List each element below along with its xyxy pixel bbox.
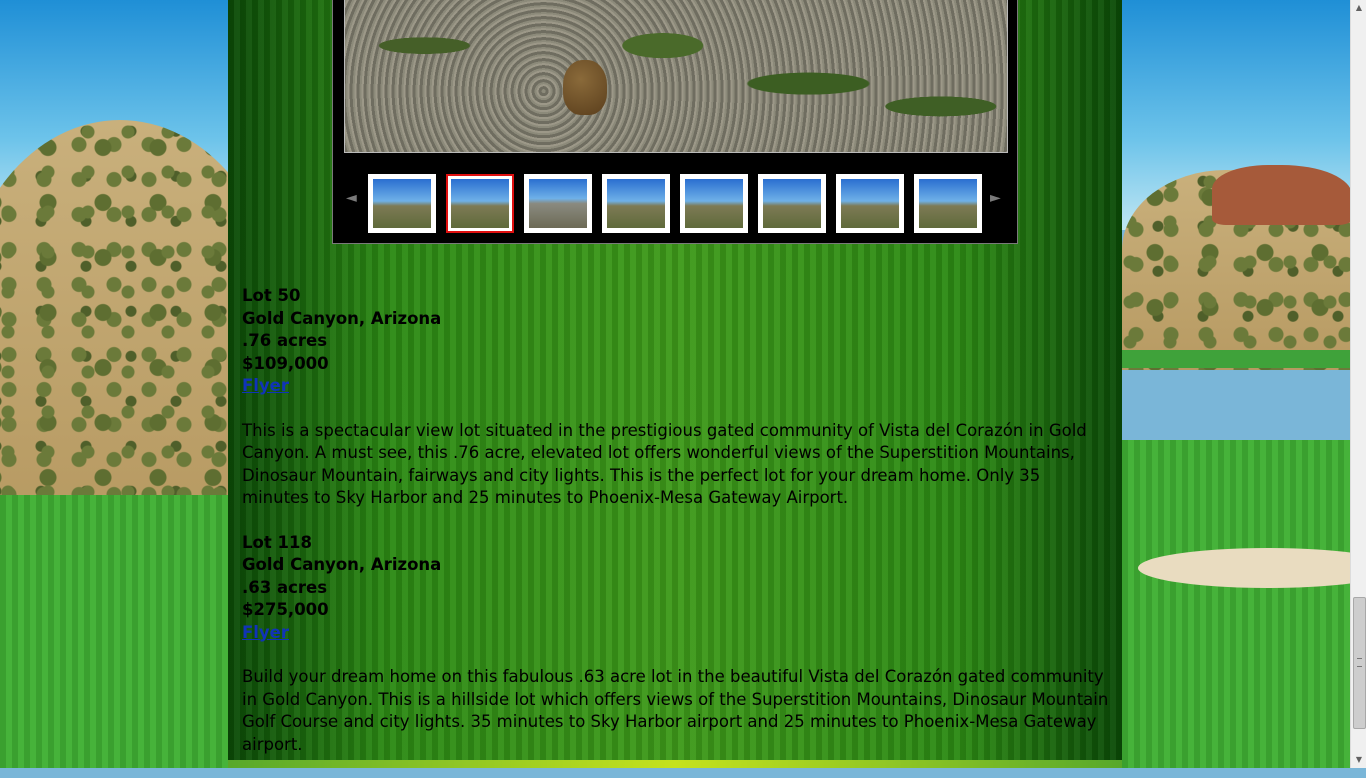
lot-number: Lot 50 (242, 286, 301, 305)
lot-number: Lot 118 (242, 532, 312, 552)
main-photo (344, 0, 1008, 153)
lot-acreage: .63 acres (242, 577, 328, 597)
flyer-link[interactable]: Flyer (242, 375, 289, 398)
scrollbar-thumb[interactable] (1353, 597, 1366, 729)
gallery-thumbnail[interactable] (836, 174, 904, 233)
gallery-next-arrow[interactable]: ► (990, 190, 1001, 206)
lot-acreage: .76 acres (242, 331, 328, 350)
gallery-thumbnail-selected[interactable] (446, 174, 514, 233)
scroll-up-arrow-icon[interactable]: ▲ (1351, 0, 1366, 16)
lot-description: This is a spectacular view lot situated … (242, 420, 1087, 508)
lot-location: Gold Canyon, Arizona (242, 555, 442, 574)
gallery-prev-arrow[interactable]: ◄ (346, 190, 357, 206)
vertical-scrollbar[interactable]: ▲ ▼ (1350, 0, 1366, 768)
background-scenery-left (0, 0, 228, 768)
scroll-down-arrow-icon[interactable]: ▼ (1351, 752, 1366, 768)
footer-strip (228, 760, 1122, 768)
gallery-thumbnail[interactable] (602, 174, 670, 233)
lot-price: $275,000 (242, 600, 329, 619)
content-column: ◄ ► Lot 50 Gold Canyon, Arizona .76 acre… (228, 0, 1122, 760)
gallery-thumbnail[interactable] (680, 174, 748, 233)
listing-lot-50: Lot 50 Gold Canyon, Arizona .76 acres $1… (242, 285, 1112, 510)
photo-gallery: ◄ ► (332, 0, 1018, 244)
lot-price: $109,000 (242, 353, 329, 373)
flyer-link[interactable]: Flyer (242, 622, 289, 645)
gallery-thumbnail[interactable] (368, 174, 436, 233)
listing-lot-118: Lot 118 Gold Canyon, Arizona .63 acres $… (242, 532, 1112, 757)
gallery-thumbnail[interactable] (758, 174, 826, 233)
lot-listings: Lot 50 Gold Canyon, Arizona .76 acres $1… (242, 285, 1112, 778)
gallery-thumbnail[interactable] (914, 174, 982, 233)
lot-location: Gold Canyon, Arizona (242, 308, 442, 328)
gallery-thumbnail[interactable] (524, 174, 592, 233)
lot-description: Build your dream home on this fabulous .… (242, 667, 1109, 754)
background-scenery-right (1122, 0, 1350, 768)
